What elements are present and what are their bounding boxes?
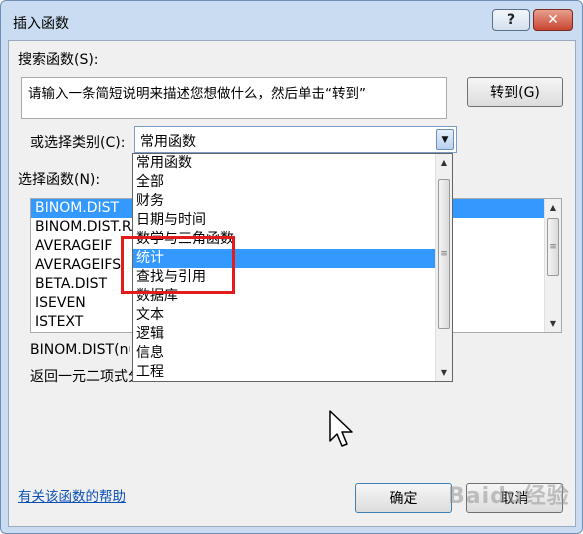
scroll-thumb[interactable]: ≡ [547,218,559,276]
search-label: 搜索函数(S): [18,52,99,68]
help-button[interactable]: ? [492,9,530,31]
ok-button[interactable]: 确定 [355,483,452,513]
scroll-down-icon[interactable]: ▼ [436,364,452,381]
category-select[interactable]: 常用函数 ▼ [134,126,457,153]
function-help-link[interactable]: 有关该函数的帮助 [18,485,126,505]
watermark: Baidu经验 [448,484,570,509]
search-input-text: 请输入一条简短说明来描述您想做什么，然后单击“转到” [28,86,366,102]
category-option[interactable]: 常用函数 [133,154,452,173]
go-button[interactable]: 转到(G) [467,77,563,107]
close-button[interactable]: ✕ [533,9,573,31]
title-bar: 插入函数 ? ✕ [1,1,582,41]
function-description: 返回一元二项式分布的概率 [30,369,134,385]
function-list-label: 选择函数(N): [18,172,101,188]
scroll-thumb[interactable]: ≡ [438,179,450,329]
category-option[interactable]: 工程 [133,363,452,381]
function-list-scrollbar[interactable]: ▲ ≡ ▼ [544,199,561,332]
scroll-down-icon[interactable]: ▼ [545,315,561,332]
category-select-value: 常用函数 [140,134,196,150]
search-input[interactable]: 请输入一条简短说明来描述您想做什么，然后单击“转到” [21,77,447,119]
function-signature: BINOM.DIST(number_s,trials,probability_s… [30,342,130,358]
category-label: 或选择类别(C): [30,135,126,151]
annotation-highlight-box [121,236,235,294]
mouse-cursor-icon [329,410,353,447]
category-option[interactable]: 全部 [133,173,452,192]
close-icon: ✕ [547,12,559,28]
category-option[interactable]: 逻辑 [133,325,452,344]
scroll-up-icon[interactable]: ▲ [545,199,561,216]
category-option[interactable]: 财务 [133,192,452,211]
category-option[interactable]: 信息 [133,344,452,363]
dropdown-arrow-icon[interactable]: ▼ [436,129,454,150]
category-option[interactable]: 文本 [133,306,452,325]
category-option[interactable]: 日期与时间 [133,211,452,230]
scroll-up-icon[interactable]: ▲ [436,154,452,171]
category-dropdown-scrollbar[interactable]: ▲ ≡ ▼ [435,154,452,381]
dialog-title: 插入函数 [13,16,69,32]
